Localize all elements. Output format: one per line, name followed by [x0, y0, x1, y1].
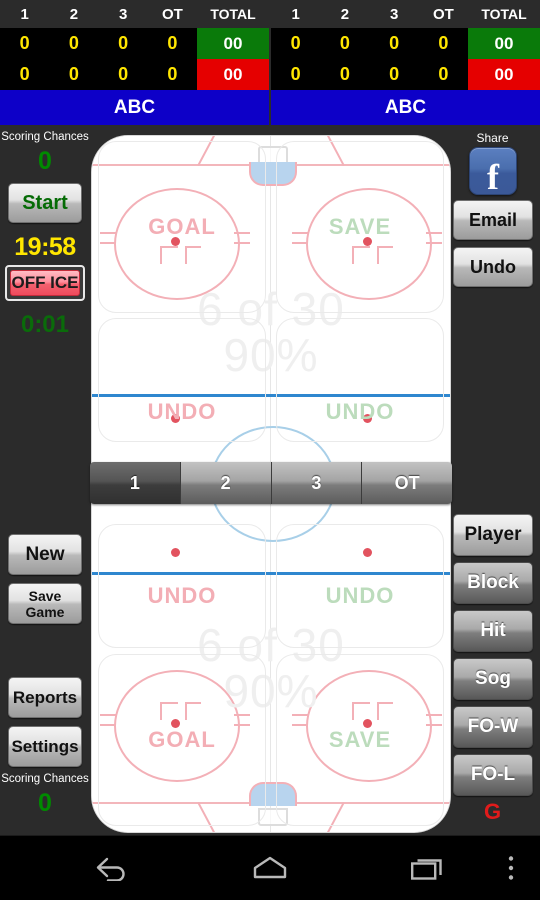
- facebook-share-button[interactable]: f: [469, 147, 517, 195]
- home-period2-3[interactable]: 0: [99, 64, 148, 85]
- off-ice-button-label: OFF ICE: [10, 270, 80, 296]
- column-header-2: 2: [69, 5, 79, 23]
- scoreboard-home-header: 1 2 3 OT TOTAL: [0, 0, 269, 28]
- google-plus-icon[interactable]: G: [445, 799, 540, 825]
- zone-goal-top-left-label: GOAL: [148, 214, 216, 239]
- start-button[interactable]: Start: [8, 183, 82, 223]
- away-period2-2[interactable]: 0: [320, 64, 369, 85]
- home-period2-1[interactable]: 0: [0, 64, 49, 85]
- undo-button[interactable]: Undo: [453, 247, 533, 287]
- game-clock[interactable]: 19:58: [0, 233, 90, 262]
- facebook-icon-glyph: f: [487, 156, 499, 195]
- zone-undo-mid-bottom-left[interactable]: UNDO: [98, 524, 266, 648]
- column-header-ot: OT: [161, 5, 183, 23]
- scoreboard-home-row-green: 0 0 0 0 00: [0, 28, 269, 59]
- home-period-1[interactable]: 0: [0, 33, 49, 54]
- away-total-green: 00: [468, 28, 540, 59]
- overflow-menu-icon[interactable]: [486, 836, 536, 900]
- away-column-header-1: 1: [291, 5, 300, 23]
- away-period-3[interactable]: 0: [370, 33, 419, 54]
- away-period-1[interactable]: 0: [271, 33, 320, 54]
- scoreboard: 1 2 3 OT TOTAL 0 0 0 0 00 0 0 0 0 00 ABC: [0, 0, 540, 125]
- home-period-3[interactable]: 0: [99, 33, 148, 54]
- period-tab-2[interactable]: 2: [180, 462, 272, 504]
- scoring-chances-label-top: Scoring Chances: [1, 131, 89, 143]
- scoreboard-home: 1 2 3 OT TOTAL 0 0 0 0 00 0 0 0 0 00 ABC: [0, 0, 269, 125]
- away-period-ot[interactable]: 0: [419, 33, 468, 54]
- zone-undo-mid-bottom-left-label: UNDO: [147, 583, 217, 608]
- scoreboard-away: 1 2 3 OT TOTAL 0 0 0 0 00 0 0 0 0 00 ABC: [271, 0, 540, 125]
- zone-undo-mid-bottom-right[interactable]: UNDO: [276, 524, 444, 648]
- zone-save-bottom-right-label: SAVE: [328, 727, 392, 752]
- zone-save-bottom-right[interactable]: SAVE: [276, 654, 444, 826]
- column-header-total: TOTAL: [210, 6, 256, 22]
- off-ice-button[interactable]: OFF ICE: [5, 265, 85, 301]
- zone-undo-mid-top-left[interactable]: UNDO: [98, 318, 266, 442]
- home-period-ot[interactable]: 0: [148, 33, 197, 54]
- home-period2-2[interactable]: 0: [49, 64, 98, 85]
- scoreboard-away-row-green: 0 0 0 0 00: [271, 28, 540, 59]
- faceoff-win-button[interactable]: FO-W: [453, 706, 533, 748]
- period-tab-3[interactable]: 3: [271, 462, 363, 504]
- away-column-header-total: TOTAL: [481, 6, 527, 22]
- settings-button[interactable]: Settings: [8, 726, 82, 767]
- zone-undo-mid-top-right[interactable]: UNDO: [276, 318, 444, 442]
- period-selector: 1 2 3 OT: [90, 462, 452, 504]
- scoring-chances-value-top: 0: [38, 147, 52, 175]
- faceoff-loss-button[interactable]: FO-L: [453, 754, 533, 796]
- left-control-panel: Scoring Chances 0 Start 19:58 OFF ICE 0:…: [0, 125, 90, 835]
- new-button[interactable]: New: [8, 534, 82, 575]
- facebook-icon: f: [469, 147, 517, 195]
- save-game-button[interactable]: Save Game: [8, 583, 82, 624]
- away-team-name[interactable]: ABC: [271, 90, 540, 125]
- hockey-scoring-app: 1 2 3 OT TOTAL 0 0 0 0 00 0 0 0 0 00 ABC: [0, 0, 540, 900]
- period-tab-1[interactable]: 1: [90, 462, 181, 504]
- zone-goal-bottom-left-label: GOAL: [148, 727, 216, 752]
- hit-button[interactable]: Hit: [453, 610, 533, 652]
- away-period2-3[interactable]: 0: [370, 64, 419, 85]
- away-column-header-3: 3: [389, 5, 399, 23]
- zone-undo-mid-top-left-label: UNDO: [147, 399, 217, 424]
- shift-clock[interactable]: 0:01: [0, 311, 90, 339]
- reports-button[interactable]: Reports: [8, 677, 82, 718]
- away-period2-ot[interactable]: 0: [419, 64, 468, 85]
- scoreboard-away-row-red: 0 0 0 0 00: [271, 59, 540, 90]
- android-navigation-bar: [0, 835, 540, 900]
- zone-goal-bottom-left[interactable]: GOAL: [98, 654, 266, 826]
- home-total-green: 00: [197, 28, 269, 59]
- block-button[interactable]: Block: [453, 562, 533, 604]
- scoreboard-away-header: 1 2 3 OT TOTAL: [271, 0, 540, 28]
- home-icon[interactable]: [228, 836, 312, 900]
- sog-button[interactable]: Sog: [453, 658, 533, 700]
- home-total-red: 00: [197, 59, 269, 90]
- back-arrow-icon[interactable]: [70, 836, 154, 900]
- away-period-2[interactable]: 0: [320, 33, 369, 54]
- away-column-header-ot: OT: [432, 5, 454, 23]
- home-period-2[interactable]: 0: [49, 33, 98, 54]
- scoreboard-home-row-red: 0 0 0 0 00: [0, 59, 269, 90]
- away-total-red: 00: [468, 59, 540, 90]
- zone-undo-mid-top-right-label: UNDO: [325, 399, 395, 424]
- zone-save-top-right[interactable]: SAVE: [276, 141, 444, 313]
- share-label: Share: [476, 131, 509, 145]
- home-period2-ot[interactable]: 0: [148, 64, 197, 85]
- zone-goal-top-left[interactable]: GOAL: [98, 141, 266, 313]
- recent-apps-icon[interactable]: [386, 836, 470, 900]
- away-column-header-2: 2: [340, 5, 350, 23]
- period-tab-ot[interactable]: OT: [362, 462, 452, 504]
- away-period2-1[interactable]: 0: [271, 64, 320, 85]
- scoring-chances-value-bottom: 0: [38, 789, 52, 817]
- home-team-name[interactable]: ABC: [0, 90, 269, 125]
- scoring-chances-label-bottom: Scoring Chances: [1, 773, 89, 785]
- zone-save-top-right-label: SAVE: [328, 214, 392, 239]
- zone-undo-mid-bottom-right-label: UNDO: [325, 583, 395, 608]
- email-button[interactable]: Email: [453, 200, 533, 240]
- right-control-panel: Share f Email Undo Player Block Hit Sog …: [445, 125, 540, 835]
- player-button[interactable]: Player: [453, 514, 533, 556]
- column-header-3: 3: [118, 5, 128, 23]
- column-header-1: 1: [20, 5, 29, 23]
